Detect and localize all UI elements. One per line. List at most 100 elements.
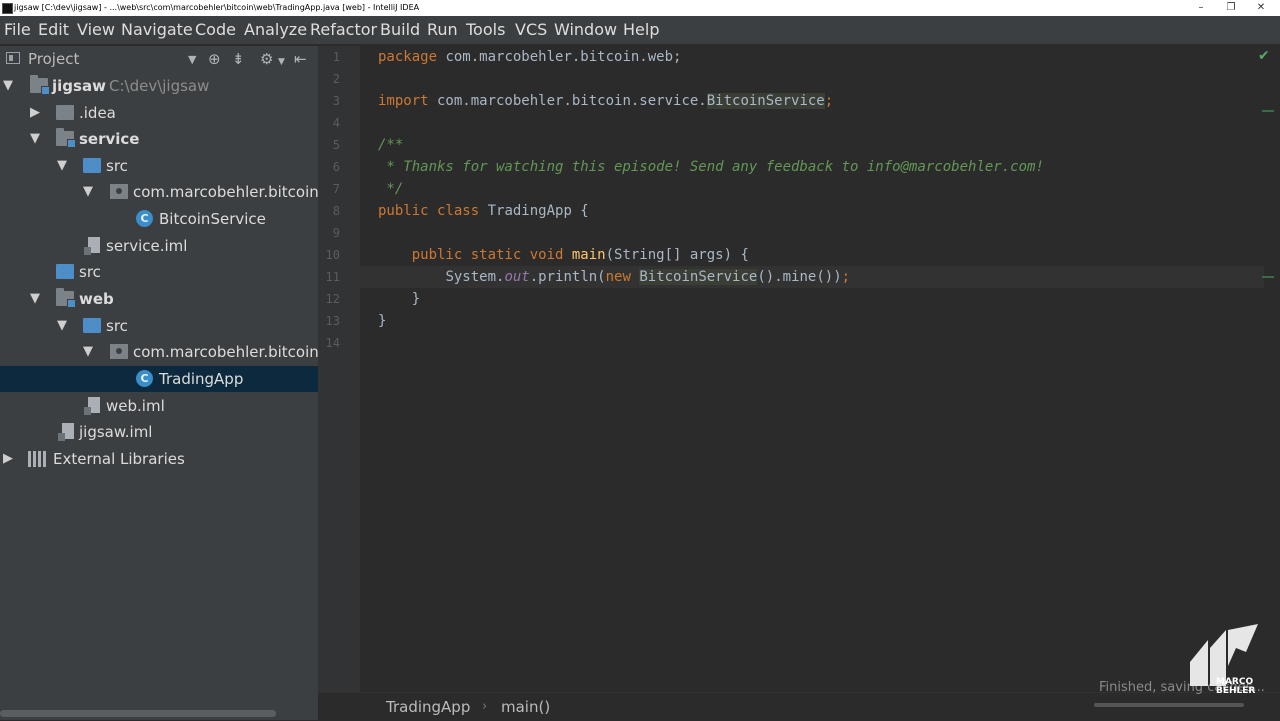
tree-item-label: TradingApp [159,370,244,388]
collapse-all-icon[interactable]: ⇟ [232,50,245,68]
tree-item-label: web.iml [106,397,165,415]
tree-item-jigsaw-iml[interactable]: jigsaw.iml [0,419,318,445]
project-tool-header: Project ▼ ⊕ ⇟ ⚙ ▼ ⇤ [0,46,318,72]
menu-refactor[interactable]: Refactor [310,16,377,44]
tree-item-service[interactable]: ▼ service [0,126,318,152]
menu-code[interactable]: Code [195,16,236,44]
code-editor[interactable]: 1 2 3 4 5 6 7 8 9 10 11 12 13 14 package… [318,46,1280,692]
menu-tools[interactable]: Tools [466,16,505,44]
close-button[interactable]: ✕ [1246,0,1276,16]
breadcrumb-method[interactable]: main() [501,693,550,721]
gear-icon[interactable]: ⚙ [260,50,273,68]
package-name: com.marcobehler.bitcoin.web; [437,49,682,65]
keyword: public static void [411,247,564,263]
inspection-ok-check-icon[interactable]: ✔ [1258,48,1270,64]
java-class-icon: C [136,210,153,227]
error-stripe-mark[interactable] [1262,276,1274,278]
menu-window[interactable]: Window [554,16,617,44]
menu-file[interactable]: File [4,16,31,44]
tree-item-label: BitcoinService [159,210,266,228]
static-field: out [504,269,530,285]
hide-panel-icon[interactable]: ⇤ [294,50,307,68]
println-call: .println( [529,269,606,285]
code-line-13: } [378,313,387,329]
scroll-from-source-icon[interactable]: ⊕ [208,50,221,68]
minimize-button[interactable]: – [1186,0,1216,16]
code-line-1: package com.marcobehler.bitcoin.web; [378,46,681,68]
import-package: com.marcobehler.bitcoin.service. [428,93,707,109]
menu-navigate[interactable]: Navigate [121,16,193,44]
module-path: C:\dev\jigsaw [109,77,210,95]
class-declaration: TradingApp { [479,203,589,219]
breadcrumb-class[interactable]: TradingApp [386,693,470,721]
menu-help[interactable]: Help [623,16,659,44]
tree-item-label: src [106,157,128,175]
tree-item-idea[interactable]: ▶ .idea [0,100,318,126]
folder-icon [56,105,74,120]
menu-analyze[interactable]: Analyze [244,16,307,44]
marco-behler-logo: MARCO BEHLER [1188,622,1260,696]
tree-item-web[interactable]: ▼ web [0,286,318,312]
tree-item-external-libraries[interactable]: ▶ External Libraries [0,446,318,472]
expanded-arrow-icon[interactable]: ▼ [28,286,42,312]
expanded-arrow-icon[interactable]: ▼ [28,126,42,152]
gear-dropdown-icon[interactable]: ▼ [278,53,285,71]
tree-item-bitcoinservice[interactable]: C BitcoinService [0,206,318,232]
expanded-arrow-icon[interactable]: ▼ [55,313,69,339]
keyword: package [378,49,438,65]
code-line-8: public class TradingApp { [378,200,589,222]
project-view-label[interactable]: Project [28,46,79,72]
code-line-11: System.out.println(new BitcoinService().… [378,266,850,288]
method-name: main [571,247,606,263]
menu-run[interactable]: Run [427,16,458,44]
tree-item-web-package[interactable]: ▼ com.marcobehler.bitcoin.web [0,339,318,365]
expanded-arrow-icon[interactable]: ▼ [1,73,15,99]
tree-item-tradingapp[interactable]: C TradingApp [0,366,318,392]
line-number: 6 [332,160,340,174]
collapsed-arrow-icon[interactable]: ▶ [28,100,42,126]
expanded-arrow-icon[interactable]: ▼ [55,153,69,179]
module-folder-icon [56,128,76,148]
menu-edit[interactable]: Edit [38,16,69,44]
line-number: 1 [332,50,340,64]
library-icon [28,451,48,467]
project-horizontal-scrollbar[interactable] [0,708,318,720]
code-line-7: */ [378,181,404,197]
tree-item-service-package[interactable]: ▼ com.marcobehler.bitcoin.service [0,179,318,205]
tree-item-jigsaw[interactable]: ▼ jigsaw C:\dev\jigsaw [0,73,318,99]
tree-item-service-src[interactable]: ▼ src [0,153,318,179]
expanded-arrow-icon[interactable]: ▼ [81,339,95,365]
menu-vcs[interactable]: VCS [515,16,547,44]
project-view-icon [6,52,20,64]
tree-item-label: src [106,317,128,335]
error-stripe-mark[interactable] [1262,110,1274,112]
module-file-icon [84,237,100,255]
tree-item-service-iml[interactable]: service.iml [0,233,318,259]
line-number: 11 [325,270,340,284]
tree-item-web-iml[interactable]: web.iml [0,393,318,419]
tree-item-label: com.marcobehler.bitcoin.service [133,183,318,201]
expanded-arrow-icon[interactable]: ▼ [81,179,95,205]
mine-call: ().mine()) [757,269,842,285]
view-dropdown-chevron-icon[interactable]: ▼ [188,51,196,69]
code-line-6: * Thanks for watching this episode! Send… [378,159,1044,175]
code-line-12: } [378,291,421,307]
class-reference: BitcoinService [639,269,758,285]
menu-build[interactable]: Build [380,16,420,44]
collapsed-arrow-icon[interactable]: ▶ [1,446,15,472]
tree-item-src[interactable]: src [0,259,318,285]
line-number: 12 [325,292,340,306]
package-icon [110,344,128,359]
line-number: 13 [325,314,340,328]
editor-gutter[interactable]: 1 2 3 4 5 6 7 8 9 10 11 12 13 14 [318,46,360,692]
editor-vertical-scrollbar[interactable] [1264,46,1280,692]
menu-view[interactable]: View [77,16,115,44]
maximize-button[interactable]: ❐ [1216,0,1246,16]
tree-item-web-src[interactable]: ▼ src [0,313,318,339]
line-number: 10 [325,248,340,262]
scrollbar-thumb[interactable] [0,710,276,717]
java-main-class-icon: C [136,370,153,387]
keyword: public class [378,203,480,219]
